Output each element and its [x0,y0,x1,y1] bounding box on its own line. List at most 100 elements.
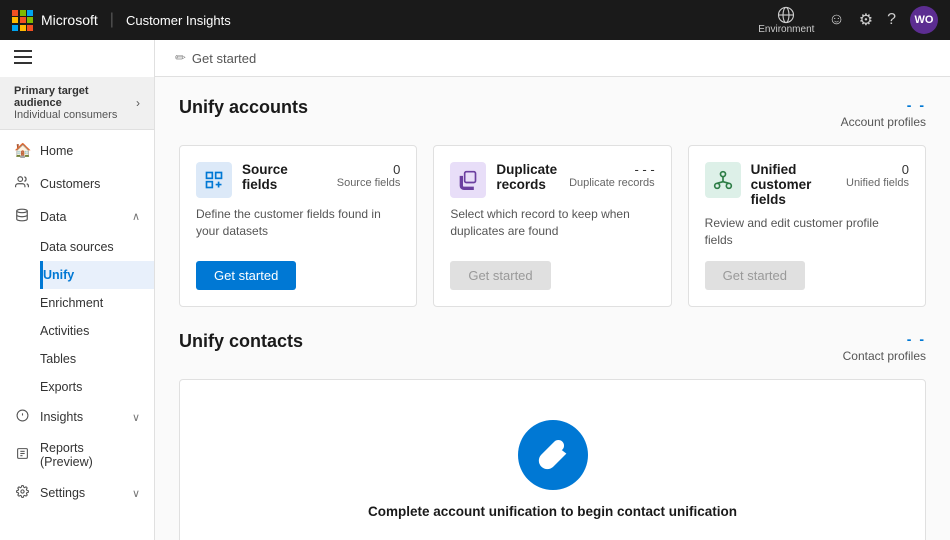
source-fields-icon [196,162,232,198]
duplicate-records-title-area: Duplicate records [496,162,559,192]
contacts-placeholder-message: Complete account unification to begin co… [368,504,737,519]
home-icon: 🏠 [14,142,30,159]
topnav-logo: Microsoft [12,10,98,31]
topnav: Microsoft | Customer Insights Environmen… [0,0,950,40]
sidebar-item-settings-label: Settings [40,486,122,500]
duplicate-records-count-label: Duplicate records [569,177,655,189]
duplicate-records-icon [450,162,486,198]
unified-fields-header: Unified customer fields 0 Unified fields [705,162,909,207]
contacts-placeholder: Complete account unification to begin co… [179,379,926,540]
duplicate-records-action: Get started [450,261,654,290]
unify-label: Unify [43,268,74,282]
reports-icon [14,447,30,463]
environment-icon [777,6,795,24]
sidebar-item-reports[interactable]: Reports (Preview) [0,433,154,477]
sidebar-item-data-label: Data [40,210,122,224]
unify-accounts-header: Unify accounts - - Account profiles [179,97,926,129]
data-icon [14,208,30,225]
breadcrumb-label: Get started [192,51,256,66]
settings-icon[interactable]: ⚙ [859,10,873,30]
main-content: ✏ Get started Unify accounts - - Account… [155,40,950,540]
sidebar-item-customers[interactable]: Customers [0,167,154,200]
duplicate-records-count: - - - [569,162,655,177]
sidebar-item-reports-label: Reports (Preview) [40,441,140,469]
source-fields-count-label: Source fields [337,177,401,189]
sidebar-item-insights-label: Insights [40,410,122,424]
source-fields-count-area: 0 Source fields [337,162,401,189]
account-profiles-link[interactable]: - - Account profiles [841,97,926,129]
unified-fields-title-area: Unified customer fields [751,162,836,207]
unified-fields-count: 0 [846,162,909,177]
contacts-icon-circle [518,420,588,490]
sidebar-item-settings[interactable]: Settings ∨ [0,477,154,509]
help-icon[interactable]: ? [887,11,896,29]
account-profile-label: Account profiles [841,115,926,129]
sidebar-item-exports[interactable]: Exports [40,373,154,401]
audience-text: Primary target audience Individual consu… [14,85,136,121]
sidebar-item-home[interactable]: 🏠 Home [0,134,154,167]
unify-contacts-title: Unify contacts [179,331,303,352]
sidebar-settings-icon [14,485,30,501]
source-fields-title: Source fields [242,162,327,192]
unified-fields-desc: Review and edit customer profile fields [705,215,909,249]
topnav-separator: | [110,11,114,29]
unify-accounts-title: Unify accounts [179,97,308,118]
insights-icon [14,409,30,425]
unify-cards-row: Source fields 0 Source fields Define the… [179,145,926,307]
source-fields-card: Source fields 0 Source fields Define the… [179,145,417,307]
customers-icon [14,175,30,192]
enrichment-label: Enrichment [40,296,103,310]
source-fields-desc: Define the customer fields found in your… [196,206,400,249]
source-fields-action: Get started [196,261,400,290]
audience-selector[interactable]: Primary target audience Individual consu… [0,77,154,130]
sidebar-item-unify[interactable]: Unify [40,261,154,289]
audience-sublabel: Individual consumers [14,109,136,121]
duplicate-records-title: Duplicate records [496,162,559,192]
duplicate-records-header: Duplicate records - - - Duplicate record… [450,162,654,198]
user-avatar[interactable]: WO [910,6,938,34]
sidebar-item-data-sources[interactable]: Data sources [40,233,154,261]
topnav-right: Environment ☺ ⚙ ? WO [758,6,938,35]
unified-fields-count-area: 0 Unified fields [846,162,909,189]
smiley-icon[interactable]: ☺ [828,11,844,29]
audience-label: Primary target audience [14,85,136,109]
content-area: Unify accounts - - Account profiles [155,77,950,540]
duplicate-records-card: Duplicate records - - - Duplicate record… [433,145,671,307]
exports-label: Exports [40,380,82,394]
topnav-env-label: Environment [758,24,814,35]
data-expand-icon: ∧ [132,210,140,223]
activities-label: Activities [40,324,89,338]
account-profile-dashes: - - [907,97,926,113]
contact-profiles-link[interactable]: - - Contact profiles [843,331,926,363]
sidebar-item-data[interactable]: Data ∧ [0,200,154,233]
sidebar-item-activities[interactable]: Activities [40,317,154,345]
contact-profile-dashes: - - [907,331,926,347]
source-fields-button[interactable]: Get started [196,261,296,290]
insights-expand-icon: ∨ [132,411,140,424]
source-fields-header: Source fields 0 Source fields [196,162,400,198]
topnav-environment[interactable]: Environment [758,6,814,35]
source-fields-title-area: Source fields [242,162,327,192]
app-body: Primary target audience Individual consu… [0,40,950,540]
unify-contacts-section: Unify contacts - - Contact profiles Comp… [179,331,926,540]
sidebar-data-subitems: Data sources Unify Enrichment Activities… [0,233,154,401]
sidebar: Primary target audience Individual consu… [0,40,155,540]
duplicate-records-button: Get started [450,261,550,290]
unified-fields-button: Get started [705,261,805,290]
ms-logo-text: Microsoft [41,12,98,28]
settings-expand-icon: ∨ [132,487,140,500]
unified-fields-icon [705,162,741,198]
contact-profile-label: Contact profiles [843,349,926,363]
unify-contacts-header: Unify contacts - - Contact profiles [179,331,926,363]
hamburger-button[interactable] [0,40,154,77]
unified-fields-action: Get started [705,261,909,290]
sidebar-item-enrichment[interactable]: Enrichment [40,289,154,317]
sidebar-item-tables[interactable]: Tables [40,345,154,373]
duplicate-records-count-area: - - - Duplicate records [569,162,655,189]
sidebar-item-insights[interactable]: Insights ∨ [0,401,154,433]
breadcrumb-icon: ✏ [175,50,186,66]
audience-chevron-icon: › [136,96,140,110]
duplicate-records-desc: Select which record to keep when duplica… [450,206,654,249]
unified-fields-title: Unified customer fields [751,162,836,207]
topnav-title: Customer Insights [126,13,231,28]
